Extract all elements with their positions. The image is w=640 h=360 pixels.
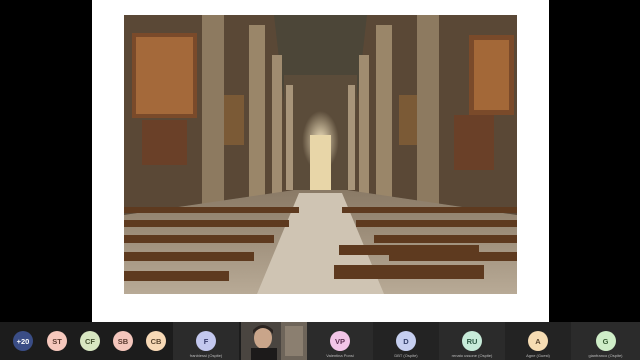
- participant-video: [241, 322, 307, 360]
- participant-tile[interactable]: VP Valentina Ponsi: [307, 322, 373, 360]
- participant-strip: +20 ST CF SB CB F franbiessi (Ospite) VP…: [0, 322, 640, 360]
- participant-name: Valentina Ponsi: [326, 353, 354, 358]
- participant-name: gianfranco (Ospite): [588, 353, 623, 358]
- avatar: G: [595, 331, 616, 351]
- avatar: A: [528, 331, 548, 351]
- avatar-initials: G: [602, 336, 609, 346]
- avatar: CF: [80, 331, 100, 351]
- cathedral-photo: [124, 15, 517, 294]
- avatar-initials: ST: [52, 336, 62, 346]
- participant-name: franbiessi (Ospite): [189, 353, 223, 358]
- participant-name: DBT (Ospite): [394, 353, 418, 358]
- participant-name: renato ussone (Ospite): [451, 353, 493, 358]
- participant-video-tile[interactable]: [241, 322, 307, 360]
- presentation-slide: [92, 0, 549, 322]
- avatar: RU: [462, 331, 482, 351]
- participant-tile[interactable]: CB: [145, 322, 167, 360]
- avatar: +20: [13, 331, 33, 351]
- avatar-initials: A: [535, 336, 541, 346]
- avatar-initials: +20: [16, 336, 30, 346]
- participant-tile[interactable]: +20: [0, 322, 46, 360]
- participant-tile[interactable]: CF: [79, 322, 101, 360]
- participant-name: Agne (Guest): [526, 353, 550, 358]
- avatar: ST: [47, 331, 67, 351]
- avatar-initials: RU: [466, 336, 478, 346]
- avatar: CB: [146, 331, 166, 351]
- avatar-initials: VP: [334, 336, 345, 346]
- shared-screen-area: [0, 0, 640, 322]
- avatar-initials: F: [203, 336, 209, 346]
- avatar: D: [396, 331, 416, 351]
- participant-tile[interactable]: A Agne (Guest): [505, 322, 571, 360]
- avatar-initials: D: [403, 336, 409, 346]
- avatar: F: [196, 331, 216, 351]
- avatar-initials: SB: [117, 336, 129, 346]
- avatar-initials: CB: [150, 336, 162, 346]
- participant-tile[interactable]: F franbiessi (Ospite): [173, 322, 239, 360]
- participant-tile[interactable]: G gianfranco (Ospite): [571, 322, 640, 360]
- participant-tile[interactable]: D DBT (Ospite): [373, 322, 439, 360]
- participant-tile[interactable]: SB: [112, 322, 134, 360]
- avatar: VP: [330, 331, 350, 351]
- avatar: SB: [113, 331, 133, 351]
- avatar-initials: CF: [85, 336, 95, 346]
- participant-tile[interactable]: RU renato ussone (Ospite): [439, 322, 505, 360]
- participant-tile[interactable]: ST: [46, 322, 68, 360]
